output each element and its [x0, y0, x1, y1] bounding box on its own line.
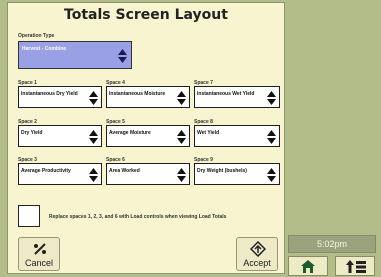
operation-type-label: Operation Type	[18, 33, 55, 39]
up-down-arrows-icon	[89, 91, 98, 105]
up-down-arrows-icon	[177, 91, 186, 105]
space-8-value: Wet Yield	[197, 130, 220, 136]
up-down-arrows-icon	[267, 168, 276, 182]
space-6-value: Area Worked	[109, 168, 140, 174]
space-5-select[interactable]: Average Moisture	[106, 125, 190, 147]
accept-button[interactable]: Accept	[236, 237, 278, 271]
space-2-select[interactable]: Dry Yield	[18, 125, 102, 147]
operation-type-select[interactable]: Harvest - Combine	[18, 41, 132, 69]
accept-icon	[250, 241, 266, 257]
space-7-value: Instantaneous Wet Yield	[197, 91, 255, 97]
menu-button[interactable]	[335, 256, 375, 276]
display-screen: Totals Screen Layout Operation Type Harv…	[0, 0, 381, 277]
page-title: Totals Screen Layout	[64, 7, 228, 23]
totals-layout-panel: Totals Screen Layout Operation Type Harv…	[7, 2, 285, 274]
space-8-select[interactable]: Wet Yield	[194, 125, 280, 147]
space-9-value: Dry Weight (bushels)	[197, 168, 247, 174]
space-2-value: Dry Yield	[21, 130, 43, 136]
menu-arrow-icon	[346, 260, 366, 273]
space-3-select[interactable]: Average Productivity	[18, 163, 102, 185]
accept-label: Accept	[243, 258, 271, 268]
home-icon	[301, 260, 315, 273]
space-3-value: Average Productivity	[21, 168, 71, 174]
cancel-button[interactable]: Cancel	[18, 237, 60, 271]
space-5-value: Average Moisture	[109, 130, 151, 136]
cancel-label: Cancel	[24, 258, 53, 268]
space-6-select[interactable]: Area Worked	[106, 163, 190, 185]
up-down-arrows-icon	[89, 168, 98, 182]
up-down-arrows-icon	[177, 168, 186, 182]
up-down-arrows-icon	[267, 91, 276, 105]
space-7-select[interactable]: Instantaneous Wet Yield	[194, 86, 280, 108]
clock-display: 5:02pm	[288, 235, 376, 253]
replace-spaces-checkbox[interactable]	[18, 205, 40, 227]
home-button[interactable]	[288, 256, 328, 276]
cancel-icon	[34, 243, 46, 255]
space-9-select[interactable]: Dry Weight (bushels)	[194, 163, 280, 185]
space-4-value: Instantaneous Moisture	[109, 91, 166, 97]
up-down-arrows-icon	[118, 49, 127, 63]
replace-spaces-text: Replace spaces 1, 2, 3, and 6 with Load …	[49, 214, 227, 220]
space-1-value: Instantaneous Dry Yield	[21, 91, 78, 97]
up-down-arrows-icon	[267, 130, 276, 144]
up-down-arrows-icon	[177, 130, 186, 144]
space-1-select[interactable]: Instantaneous Dry Yield	[18, 86, 102, 108]
up-down-arrows-icon	[89, 130, 98, 144]
space-4-select[interactable]: Instantaneous Moisture	[106, 86, 190, 108]
operation-type-value: Harvest - Combine	[22, 46, 67, 52]
